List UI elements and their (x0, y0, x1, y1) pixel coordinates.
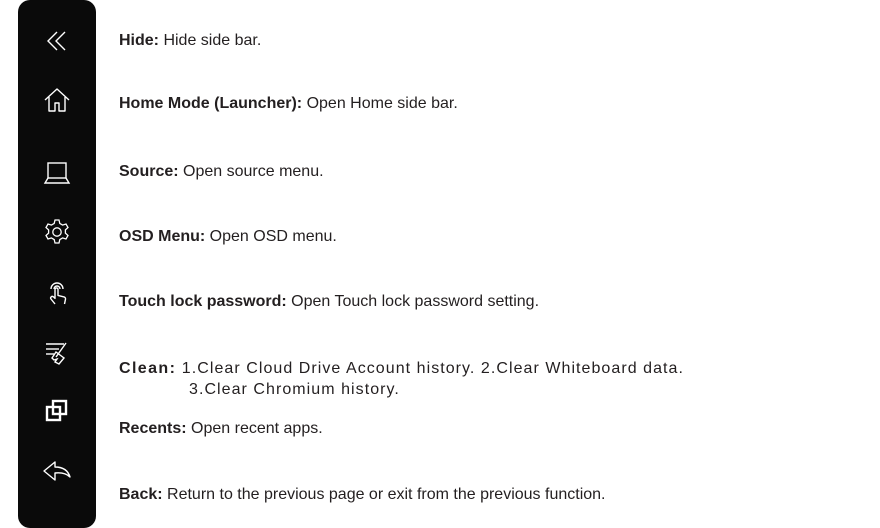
back-icon[interactable] (18, 453, 96, 489)
desc-row-clean: Clean: 1.Clear Cloud Drive Account histo… (119, 358, 684, 400)
term-label: Recents: (119, 420, 187, 437)
desc-text: 1.Clear Cloud Drive Account history. 2.C… (176, 360, 684, 377)
term-label: Clean: (119, 360, 177, 377)
clean-icon[interactable] (18, 334, 96, 370)
term-label: Back: (119, 486, 163, 503)
term-label: Touch lock password: (119, 293, 287, 310)
touch-lock-icon[interactable] (18, 274, 96, 310)
gear-icon[interactable] (18, 214, 96, 250)
desc-text: Open recent apps. (186, 420, 323, 437)
hide-icon[interactable] (18, 23, 96, 59)
desc-row-osd-menu: OSD Menu: Open OSD menu. (119, 226, 337, 247)
desc-text: Hide side bar. (159, 32, 262, 49)
term-label: Home Mode (Launcher): (119, 95, 303, 112)
desc-text: Open OSD menu. (205, 228, 337, 245)
desc-row-back: Back: Return to the previous page or exi… (119, 484, 605, 505)
desc-row-hide: Hide: Hide side bar. (119, 30, 261, 51)
recents-icon[interactable] (18, 393, 96, 429)
desc-text: Open Home side bar. (302, 95, 458, 112)
desc-row-home-mode: Home Mode (Launcher): Open Home side bar… (119, 93, 458, 114)
desc-text: Return to the previous page or exit from… (162, 486, 606, 503)
desc-text-line-2: 3.Clear Chromium history. (189, 381, 400, 398)
home-icon[interactable] (18, 82, 96, 118)
desc-text: Open source menu. (178, 163, 324, 180)
term-label: Hide: (119, 32, 159, 49)
laptop-icon[interactable] (18, 155, 96, 191)
desc-row-source: Source: Open source menu. (119, 161, 324, 182)
term-label: Source: (119, 163, 179, 180)
desc-row-recents: Recents: Open recent apps. (119, 418, 323, 439)
side-bar (18, 0, 96, 528)
desc-text: Open Touch lock password setting. (286, 293, 540, 310)
term-label: OSD Menu: (119, 228, 206, 245)
desc-row-touch-lock: Touch lock password: Open Touch lock pas… (119, 291, 539, 312)
